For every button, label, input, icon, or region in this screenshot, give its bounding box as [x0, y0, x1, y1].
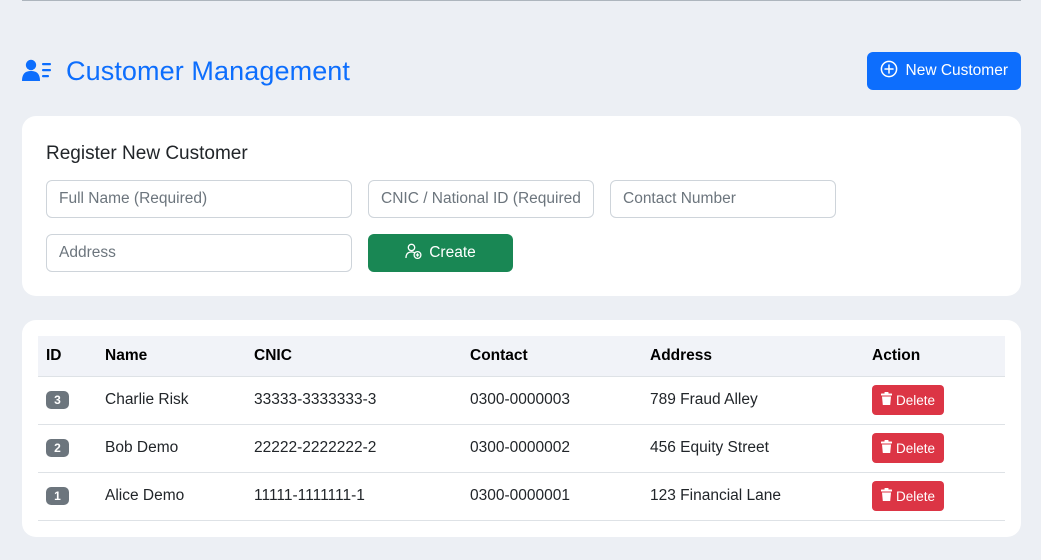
- create-button[interactable]: Create: [368, 234, 513, 272]
- column-header-address: Address: [642, 336, 864, 377]
- customers-table: ID Name CNIC Contact Address Action 3 Ch…: [38, 336, 1005, 521]
- column-header-cnic: CNIC: [246, 336, 462, 377]
- new-customer-label: New Customer: [905, 62, 1009, 79]
- column-header-action: Action: [864, 336, 1005, 377]
- delete-button[interactable]: Delete: [872, 481, 945, 511]
- page-header: Customer Management New Customer: [22, 52, 1021, 90]
- delete-label: Delete: [896, 440, 936, 456]
- table-row: 1 Alice Demo 11111-1111111-1 0300-000000…: [38, 472, 1005, 521]
- trash-icon: [881, 440, 892, 456]
- column-header-name: Name: [97, 336, 246, 377]
- full-name-input[interactable]: [46, 180, 352, 218]
- customers-table-card: ID Name CNIC Contact Address Action 3 Ch…: [22, 320, 1021, 537]
- table-header-row: ID Name CNIC Contact Address Action: [38, 336, 1005, 377]
- cnic-input[interactable]: [368, 180, 594, 218]
- customer-contact: 0300-0000002: [462, 424, 642, 473]
- trash-icon: [881, 488, 892, 504]
- page-title: Customer Management: [66, 55, 351, 86]
- column-header-id: ID: [38, 336, 97, 377]
- contact-number-input[interactable]: [610, 180, 836, 218]
- customer-cnic: 33333-3333333-3: [246, 376, 462, 425]
- delete-button[interactable]: Delete: [872, 385, 945, 415]
- customer-address: 123 Financial Lane: [642, 472, 864, 521]
- title-group: Customer Management: [22, 56, 350, 87]
- id-badge: 3: [46, 391, 69, 409]
- id-badge: 1: [46, 487, 69, 505]
- delete-label: Delete: [896, 392, 936, 408]
- table-row: 3 Charlie Risk 33333-3333333-3 0300-0000…: [38, 376, 1005, 425]
- users-list-icon: [22, 59, 52, 83]
- customer-cnic: 22222-2222222-2: [246, 424, 462, 473]
- customer-name: Bob Demo: [97, 424, 246, 473]
- customer-name: Alice Demo: [97, 472, 246, 521]
- customer-contact: 0300-0000001: [462, 472, 642, 521]
- trash-icon: [881, 392, 892, 408]
- top-divider: [22, 0, 1021, 2]
- user-add-icon: [405, 243, 422, 264]
- customer-name: Charlie Risk: [97, 376, 246, 425]
- form-title: Register New Customer: [46, 143, 248, 164]
- delete-button[interactable]: Delete: [872, 433, 945, 463]
- new-customer-button[interactable]: New Customer: [866, 52, 1021, 90]
- customer-address: 789 Fraud Alley: [642, 376, 864, 425]
- table-row: 2 Bob Demo 22222-2222222-2 0300-0000002 …: [38, 424, 1005, 473]
- customer-address: 456 Equity Street: [642, 424, 864, 473]
- address-input[interactable]: [46, 234, 352, 272]
- delete-label: Delete: [896, 488, 936, 504]
- plus-circle-icon: [880, 60, 898, 83]
- column-header-contact: Contact: [462, 336, 642, 377]
- create-label: Create: [429, 244, 476, 261]
- register-customer-card: Register New Customer Create: [22, 116, 1021, 296]
- id-badge: 2: [46, 439, 69, 457]
- customer-contact: 0300-0000003: [462, 376, 642, 425]
- customer-cnic: 11111-1111111-1: [246, 472, 462, 521]
